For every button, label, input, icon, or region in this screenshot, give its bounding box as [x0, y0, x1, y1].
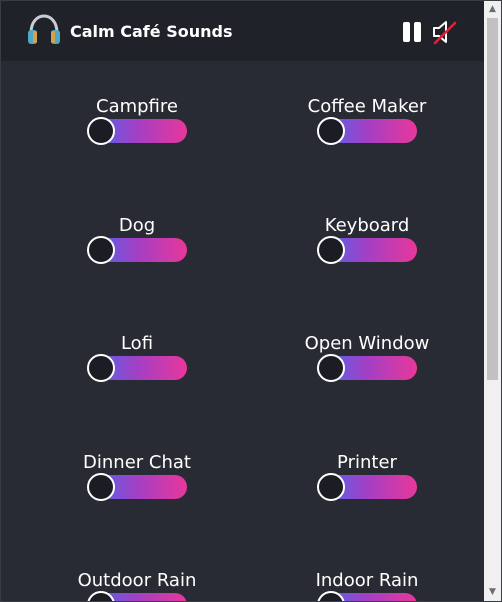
sound-label: Printer: [337, 452, 397, 473]
sound-item-campfire: Campfire: [37, 96, 237, 145]
sound-label: Dinner Chat: [83, 452, 191, 473]
campfire-toggle[interactable]: [87, 117, 187, 145]
sound-label: Coffee Maker: [307, 96, 427, 117]
sound-item-open-window: Open Window: [267, 333, 467, 382]
sound-item-lofi: Lofi: [37, 333, 237, 382]
toggle-knob: [87, 236, 115, 264]
header-bar: Calm Café Sounds: [1, 1, 485, 61]
sound-item-dog: Dog: [37, 215, 237, 264]
sound-item-outdoor-rain: Outdoor Rain: [37, 570, 237, 601]
toggle-knob: [317, 236, 345, 264]
scrollbar-thumb[interactable]: [487, 18, 498, 380]
app-window: Calm Café Sounds Campfire Coffee Maker D…: [0, 0, 502, 602]
toggle-knob: [87, 473, 115, 501]
sound-label: Lofi: [120, 333, 154, 354]
scroll-down-arrow-icon[interactable]: ▼: [484, 584, 501, 601]
toggle-knob: [87, 117, 115, 145]
printer-toggle[interactable]: [317, 473, 417, 501]
sound-label: Open Window: [304, 333, 430, 354]
dinner-chat-toggle[interactable]: [87, 473, 187, 501]
vertical-scrollbar[interactable]: ▲ ▼: [484, 1, 501, 601]
open-window-toggle[interactable]: [317, 354, 417, 382]
keyboard-toggle[interactable]: [317, 236, 417, 264]
speaker-muted-icon: [433, 21, 457, 45]
toggle-knob: [317, 117, 345, 145]
sound-grid: Campfire Coffee Maker Dog Keyboard Lofi …: [1, 61, 485, 601]
lofi-toggle[interactable]: [87, 354, 187, 382]
sound-label: Indoor Rain: [315, 570, 419, 591]
pause-icon: [403, 22, 421, 42]
scroll-up-arrow-icon[interactable]: ▲: [484, 1, 501, 18]
toggle-knob: [87, 354, 115, 382]
outdoor-rain-toggle[interactable]: [87, 591, 187, 601]
sound-label: Outdoor Rain: [77, 570, 197, 591]
toggle-knob: [317, 354, 345, 382]
app-title: Calm Café Sounds: [70, 22, 233, 41]
sound-item-indoor-rain: Indoor Rain: [267, 570, 467, 601]
pause-button[interactable]: [402, 21, 422, 43]
mute-button[interactable]: [431, 19, 457, 45]
headphones-icon: [26, 13, 62, 45]
sound-label: Campfire: [96, 96, 178, 117]
sound-item-dinner-chat: Dinner Chat: [37, 452, 237, 501]
sound-label: Keyboard: [324, 215, 410, 236]
indoor-rain-toggle[interactable]: [317, 591, 417, 601]
coffee-maker-toggle[interactable]: [317, 117, 417, 145]
sound-item-keyboard: Keyboard: [267, 215, 467, 264]
dog-toggle[interactable]: [87, 236, 187, 264]
toggle-knob: [317, 473, 345, 501]
sound-item-coffee-maker: Coffee Maker: [267, 96, 467, 145]
sound-label: Dog: [118, 215, 156, 236]
sound-item-printer: Printer: [267, 452, 467, 501]
